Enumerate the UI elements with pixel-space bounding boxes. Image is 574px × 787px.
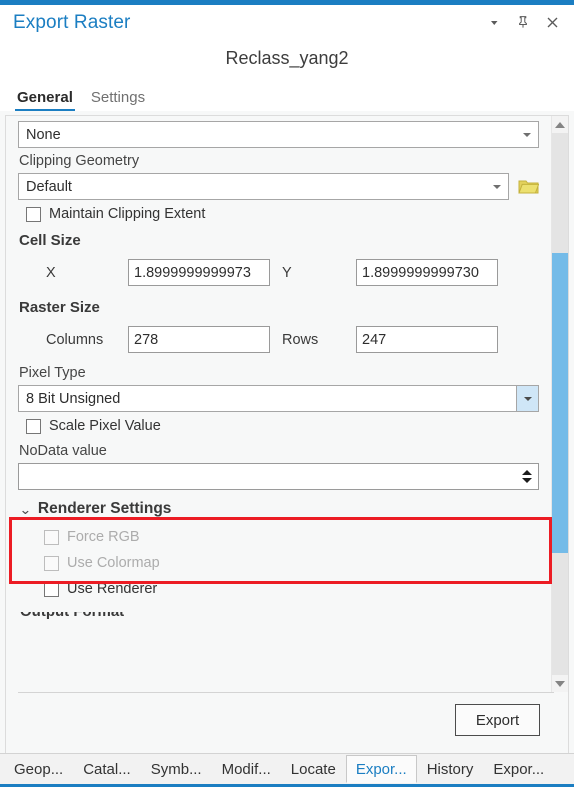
force-rgb-checkbox [44,529,59,545]
force-rgb-label: Force RGB [67,529,140,545]
clipping-geometry-label: Clipping Geometry [19,153,140,169]
panel-footer: Export [6,692,568,753]
dock-tab-catalog[interactable]: Catal... [73,755,141,783]
chevron-down-icon[interactable] [516,386,538,411]
scrollbar-track[interactable] [552,133,568,675]
page-title: Reclass_yang2 [0,39,574,81]
tab-strip: General Settings [0,81,574,111]
cell-size-row: X 1.8999999999973 Y 1.8999999999730 [18,253,539,294]
rows-input[interactable]: 247 [356,326,498,353]
rows-label: Rows [282,331,319,348]
pixel-type-dropdown[interactable]: 8 Bit Unsigned [18,385,539,412]
title-bar-controls [486,14,564,30]
cell-size-heading: Cell Size [19,232,81,249]
dock-tab-strip: Geop... Catal... Symb... Modif... Locate… [0,753,574,787]
scroll-up-button[interactable] [552,116,568,133]
use-renderer-checkbox[interactable] [44,581,59,597]
window-title: Export Raster [13,11,131,33]
columns-label: Columns [46,331,104,348]
arrow-up-icon [555,121,565,128]
clipping-geometry-row: Clipping Geometry Default [18,149,539,200]
arrow-down-icon[interactable] [522,478,532,483]
dock-tab-history[interactable]: History [417,755,484,783]
scrollbar-thumb[interactable] [552,253,568,553]
output-format-heading: Output Format [20,612,124,620]
chevron-down-icon[interactable] [486,14,502,30]
footer-divider [18,692,554,693]
output-format-heading-clipped: Output Format [18,612,539,630]
use-renderer-label: Use Renderer [67,581,158,597]
maintain-clipping-extent-label: Maintain Clipping Extent [49,206,206,222]
panel-body: None Clipping Geometry Default Maintain … [5,115,569,753]
use-colormap-label: Use Colormap [67,555,160,571]
export-form: None Clipping Geometry Default Maintain … [6,121,551,630]
clipping-type-row: None [18,121,539,148]
dock-tab-locate[interactable]: Locate [281,755,346,783]
arrow-up-icon[interactable] [522,470,532,475]
chevron-down-icon [493,184,501,189]
chevron-down-icon [523,132,531,137]
maintain-clipping-extent-row[interactable]: Maintain Clipping Extent [18,201,539,227]
force-rgb-row: Force RGB [18,524,539,550]
clipping-type-value: None [26,126,61,143]
scale-pixel-value-label: Scale Pixel Value [49,418,161,434]
nodata-row: NoData value [18,439,539,490]
chevron-down-icon: ⌄ [19,501,32,517]
clipping-type-dropdown[interactable]: None [18,121,539,148]
use-colormap-checkbox [44,555,59,571]
tab-settings[interactable]: Settings [89,89,147,111]
maintain-clipping-extent-checkbox[interactable] [26,206,41,222]
use-renderer-row[interactable]: Use Renderer [18,576,539,602]
arrow-down-icon [555,680,565,687]
export-button[interactable]: Export [455,704,540,736]
dock-tab-modify[interactable]: Modif... [212,755,281,783]
cell-size-x-input[interactable]: 1.8999999999973 [128,259,270,286]
cell-size-y-input[interactable]: 1.8999999999730 [356,259,498,286]
raster-size-heading: Raster Size [19,299,100,316]
tab-general[interactable]: General [15,89,75,111]
settings-scroll-area: None Clipping Geometry Default Maintain … [6,116,551,692]
nodata-stepper[interactable] [520,464,534,489]
renderer-settings-heading: Renderer Settings [37,500,172,517]
dock-tab-geoprocessing[interactable]: Geop... [4,755,73,783]
folder-open-icon[interactable] [517,177,539,197]
clipping-geometry-value: Default [26,178,72,195]
nodata-label: NoData value [19,443,107,459]
cell-size-y-label: Y [282,264,292,281]
dock-tab-export-raster[interactable]: Expor... [345,755,417,783]
nodata-input[interactable] [18,463,539,490]
columns-input[interactable]: 278 [128,326,270,353]
pixel-type-row: Pixel Type 8 Bit Unsigned [18,361,539,412]
close-icon[interactable] [544,14,560,30]
scale-pixel-value-row[interactable]: Scale Pixel Value [18,413,539,439]
scale-pixel-value-checkbox[interactable] [26,418,41,434]
pixel-type-label: Pixel Type [19,365,86,381]
dock-tab-export[interactable]: Expor... [483,755,554,783]
use-colormap-row: Use Colormap [18,550,539,576]
vertical-scrollbar[interactable] [551,116,568,692]
clipping-geometry-dropdown[interactable]: Default [18,173,509,200]
dock-tab-symbology[interactable]: Symb... [141,755,212,783]
raster-size-row: Columns 278 Rows 247 [18,320,539,361]
cell-size-x-label: X [46,264,56,281]
pixel-type-value: 8 Bit Unsigned [26,390,121,407]
scroll-down-button[interactable] [552,675,568,692]
pin-icon[interactable] [515,14,531,30]
export-raster-panel: Export Raster Reclass_yang2 General Sett… [0,0,574,787]
window-title-bar: Export Raster [0,5,574,39]
renderer-settings-header[interactable]: ⌄ Renderer Settings [18,491,539,524]
